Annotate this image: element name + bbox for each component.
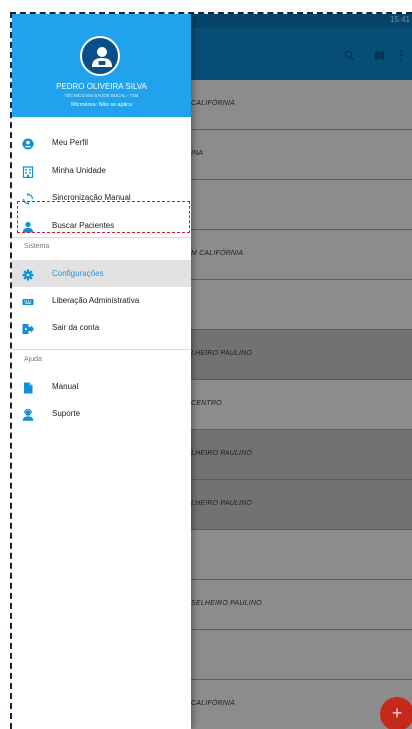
gear-icon xyxy=(22,268,34,281)
nav-item-label: Meu Perfil xyxy=(52,138,89,147)
selection-highlight xyxy=(17,201,190,233)
nav-item-meu-perfil[interactable]: Meu Perfil xyxy=(12,131,191,155)
nav-item-liberacao-administrativa[interactable]: Liberação Administrativa xyxy=(12,289,191,313)
nav-item-sair-da-conta[interactable]: Sair da conta xyxy=(12,316,191,340)
avatar[interactable] xyxy=(80,36,120,76)
navigation-drawer: PEDRO OLIVEIRA SILVA TÉCNICO EM SAÚDE BU… xyxy=(12,14,191,729)
user-name: PEDRO OLIVEIRA SILVA xyxy=(56,82,147,91)
support-agent-icon xyxy=(22,408,34,421)
nav-item-label: Liberação Administrativa xyxy=(52,296,140,305)
app-screen: 15:41 CALIFÓRNIA INA M CALIFÓRNIA LHEIRO… xyxy=(12,14,412,729)
nav-item-configuracoes[interactable]: Configurações xyxy=(12,260,191,287)
document-icon xyxy=(22,381,34,394)
nav-item-label: Manual xyxy=(52,382,79,391)
profile-circle-icon xyxy=(22,137,34,150)
add-fab-button[interactable]: + xyxy=(380,697,412,729)
building-icon xyxy=(22,165,34,179)
keyboard-icon xyxy=(22,295,34,307)
divider xyxy=(12,237,191,238)
screen-frame: 15:41 CALIFÓRNIA INA M CALIFÓRNIA LHEIRO… xyxy=(10,12,412,729)
user-role: TÉCNICO EM SAÚDE BUCAL - TSB xyxy=(64,93,139,98)
nav-item-minha-unidade[interactable]: Minha Unidade xyxy=(12,159,191,183)
drawer-header: PEDRO OLIVEIRA SILVA TÉCNICO EM SAÚDE BU… xyxy=(12,14,191,117)
user-icon xyxy=(92,47,112,67)
nav-item-label: Suporte xyxy=(52,409,81,418)
nav-item-label: Configurações xyxy=(52,269,104,278)
logout-icon xyxy=(22,322,34,334)
section-label-sistema: Sistema xyxy=(24,243,50,250)
nav-item-manual[interactable]: Manual xyxy=(12,375,191,399)
section-label-ajuda: Ajuda xyxy=(24,356,42,363)
nav-item-label: Sair da conta xyxy=(52,323,100,332)
divider xyxy=(12,349,191,350)
nav-item-label: Minha Unidade xyxy=(52,166,106,175)
user-microarea: Microárea: Não se aplica xyxy=(71,102,132,108)
nav-item-suporte[interactable]: Suporte xyxy=(12,402,191,426)
